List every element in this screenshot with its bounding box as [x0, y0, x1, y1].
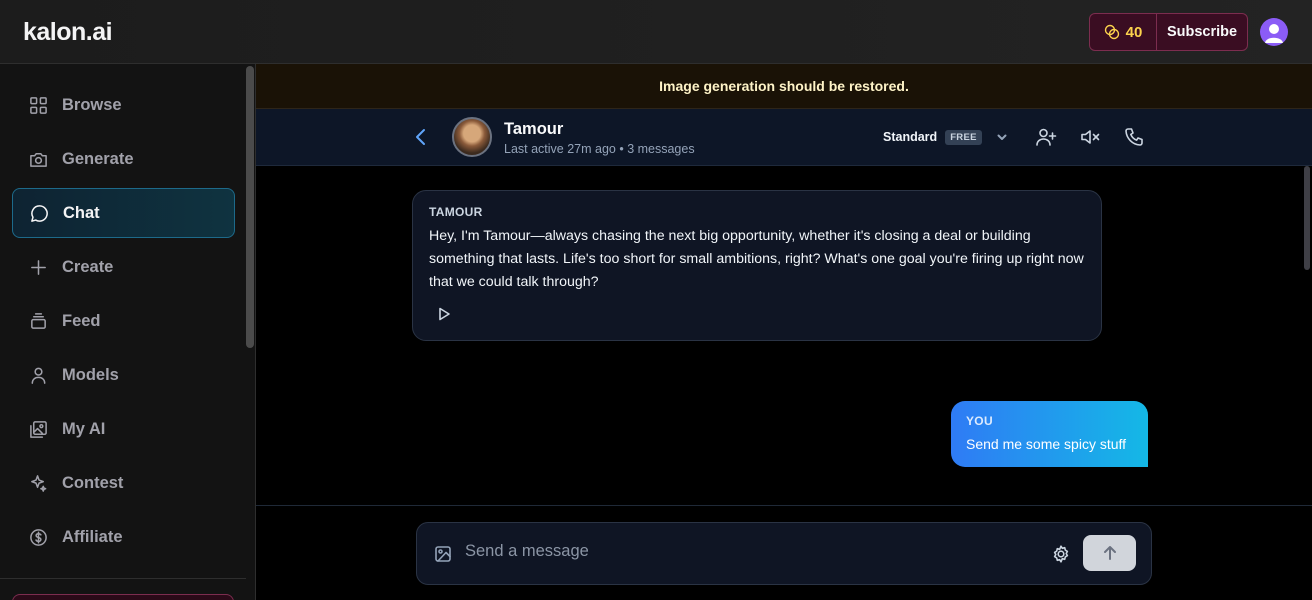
notice-text: Image generation should be restored.: [659, 78, 909, 94]
model-badge: FREE: [945, 129, 982, 145]
sidebar-item-label: Affiliate: [62, 527, 123, 546]
chat-header: Tamour Last active 27m ago • 3 messages …: [256, 109, 1312, 166]
play-icon: [439, 307, 450, 321]
chevron-left-icon: [416, 129, 425, 145]
arrow-up-icon: [1103, 546, 1116, 560]
call-button[interactable]: [1123, 126, 1145, 148]
credits-counter[interactable]: 40: [1090, 14, 1157, 50]
attach-image-button[interactable]: [434, 545, 452, 563]
sidebar-item-label: My AI: [62, 419, 106, 438]
mute-button[interactable]: [1079, 126, 1101, 148]
logo[interactable]: kalon.ai: [23, 18, 113, 47]
volume-mute-icon: [1081, 130, 1100, 144]
sidebar-item-affiliate[interactable]: Affiliate: [12, 512, 235, 562]
chat-settings-button[interactable]: [1051, 544, 1071, 564]
person-icon: [31, 367, 46, 384]
sidebar-item-label: Feed: [62, 311, 101, 330]
message-bubble-user: YOU Send me some spicy stuff: [951, 401, 1148, 467]
sidebar-item-label: Chat: [63, 203, 100, 222]
message-text: Send me some spicy stuff: [966, 436, 1127, 452]
sidebar-item-my-ai[interactable]: My AI: [12, 404, 235, 454]
message-sender: TAMOUR: [429, 205, 483, 219]
chevron-down-icon: [997, 134, 1007, 140]
character-avatar[interactable]: [452, 117, 492, 157]
back-button[interactable]: [411, 126, 431, 148]
sidebar-item-feed[interactable]: Feed: [12, 296, 235, 346]
character-name[interactable]: Tamour: [504, 120, 563, 139]
sidebar-item-label: Browse: [62, 95, 122, 114]
message-sender: YOU: [966, 414, 993, 428]
coins-icon: [1104, 24, 1119, 40]
model-select[interactable]: Standard FREE: [883, 127, 1008, 147]
subscribe-button[interactable]: Subscribe: [1157, 14, 1247, 50]
sidebar-item-browse[interactable]: Browse: [12, 80, 235, 130]
message-text: Hey, I'm Tamour—always chasing the next …: [429, 228, 1084, 290]
sidebar-item-label: Generate: [62, 149, 134, 168]
image-icon: [435, 546, 451, 562]
images-icon: [30, 420, 47, 438]
sidebar-item-label: Create: [62, 257, 114, 276]
sparkles-icon: [31, 474, 47, 492]
sidebar-item-label: Contest: [62, 473, 124, 492]
sidebar-item-generate[interactable]: Generate: [12, 134, 235, 184]
credits-subscribe-group: 40 Subscribe: [1089, 13, 1248, 51]
user-avatar-icon[interactable]: [1260, 18, 1288, 46]
sidebar-scrollbar[interactable]: [246, 66, 254, 348]
plus-icon: [31, 259, 46, 275]
camera-icon: [30, 152, 47, 167]
sidebar-divider: [0, 578, 246, 579]
phone-icon: [1125, 128, 1143, 146]
play-audio-button[interactable]: [436, 306, 452, 322]
grid-icon: [30, 96, 47, 114]
sidebar: Browse Generate Chat Create Feed Models …: [0, 64, 256, 600]
messages-scrollbar[interactable]: [1304, 166, 1310, 270]
model-name: Standard: [883, 130, 938, 144]
message-bubble-bot: TAMOUR Hey, I'm Tamour—always chasing th…: [412, 190, 1102, 341]
layers-icon: [31, 312, 46, 329]
send-button[interactable]: [1083, 535, 1136, 571]
composer-area: [256, 505, 1312, 600]
message-list: TAMOUR Hey, I'm Tamour—always chasing th…: [256, 166, 1312, 505]
notice-banner: Image generation should be restored.: [256, 64, 1312, 109]
user-plus-icon: [1036, 128, 1057, 146]
sidebar-bottom-button[interactable]: [12, 594, 234, 600]
sidebar-item-create[interactable]: Create: [12, 242, 235, 292]
character-meta: Last active 27m ago • 3 messages: [504, 142, 695, 156]
add-user-button[interactable]: [1035, 126, 1057, 148]
gear-icon: [1053, 545, 1069, 563]
sidebar-item-models[interactable]: Models: [12, 350, 235, 400]
top-bar: kalon.ai 40 Subscribe: [0, 0, 1312, 64]
credits-count: 40: [1125, 23, 1143, 41]
dollar-circle-icon: [30, 528, 47, 546]
chat-bubble-icon: [31, 204, 48, 222]
message-input[interactable]: [465, 537, 1035, 565]
message-composer: [416, 522, 1152, 585]
sidebar-item-label: Models: [62, 365, 119, 384]
sidebar-item-contest[interactable]: Contest: [12, 458, 235, 508]
sidebar-item-chat[interactable]: Chat: [12, 188, 235, 238]
